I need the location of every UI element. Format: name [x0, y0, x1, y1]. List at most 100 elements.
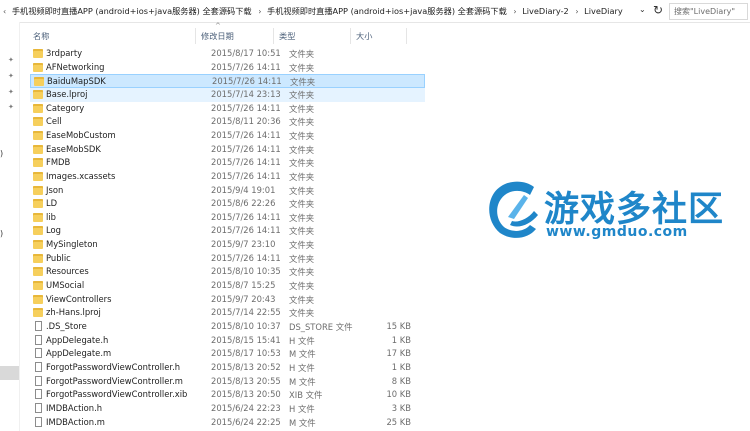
file-name: AFNetworking [46, 61, 105, 72]
file-type: 文件夹 [289, 240, 315, 251]
chevron-right-icon[interactable]: › [258, 7, 261, 16]
file-row[interactable]: IMDBAction.m 2015/6/24 22:25 M 文件 25 KB [30, 416, 425, 430]
folder-row[interactable]: Resources 2015/8/10 10:35 文件夹 [30, 265, 425, 279]
file-type: 文件夹 [289, 185, 315, 196]
folder-row[interactable]: Log 2015/7/26 14:11 文件夹 [30, 224, 425, 238]
folder-row[interactable]: ViewControllers 2015/9/7 20:43 文件夹 [30, 293, 425, 307]
file-name: lib [46, 211, 56, 222]
search-input[interactable]: 搜索"LiveDiary" [669, 3, 748, 20]
pin-icon[interactable]: ✦ [8, 72, 14, 80]
folder-row[interactable]: zh-Hans.lproj 2015/7/14 22:55 文件夹 [30, 306, 425, 320]
folder-row[interactable]: UMSocial 2015/8/7 15:25 文件夹 [30, 279, 425, 293]
file-name: IMDBAction.h [46, 402, 103, 413]
folder-row[interactable]: Base.lproj 2015/7/14 23:13 文件夹 [30, 87, 425, 102]
chevron-right-icon[interactable]: › [513, 7, 516, 16]
folder-row[interactable]: AFNetworking 2015/7/26 14:11 文件夹 [30, 61, 425, 75]
column-divider[interactable] [273, 28, 274, 44]
nav-item-fragment[interactable]: ) [0, 149, 3, 158]
file-size: 8 KB [391, 375, 411, 386]
pin-icon[interactable]: ✦ [8, 88, 14, 96]
folder-icon [33, 212, 43, 222]
pin-icon[interactable]: ✦ [8, 103, 14, 111]
file-row[interactable]: ForgotPasswordViewController.xib 2015/8/1… [30, 388, 425, 402]
chevron-left-icon: ‹ [3, 7, 7, 16]
folder-row[interactable]: Cell 2015/8/11 20:36 文件夹 [30, 115, 425, 129]
nav-item-fragment[interactable]: ) [0, 229, 3, 238]
watermark: 游戏多社区 www.gmduo.com [484, 177, 724, 247]
folder-row[interactable]: EaseMobCustom 2015/7/26 14:11 文件夹 [30, 129, 425, 143]
file-date: 2015/8/10 10:37 [211, 321, 281, 331]
file-row[interactable]: AppDelegate.m 2015/8/17 10:53 M 文件 17 KB [30, 347, 425, 361]
file-date: 2015/8/17 10:53 [211, 348, 281, 359]
navigation-pane[interactable]: ✦ ✦ ✦ ✦ ) ) [0, 22, 20, 431]
folder-row[interactable]: BaiduMapSDK 2015/7/26 14:11 文件夹 [30, 74, 425, 88]
file-type: 文件夹 [289, 49, 315, 59]
breadcrumb-item-4[interactable]: LiveDiary [584, 6, 623, 16]
file-date: 2015/6/24 22:23 [211, 402, 281, 413]
file-row[interactable]: .DS_Store 2015/8/10 10:37 DS_STORE 文件 15 KB [30, 320, 425, 334]
folder-row[interactable]: EaseMobSDK 2015/7/26 14:11 文件夹 [30, 143, 425, 157]
file-type: 文件夹 [289, 294, 315, 305]
file-row[interactable]: AppDelegate.h 2015/8/15 15:41 H 文件 1 KB [30, 334, 425, 348]
column-header-date[interactable]: 修改日期 [201, 30, 234, 42]
folder-row[interactable]: 3rdparty 2015/8/17 10:51 文件夹 [30, 47, 425, 61]
folder-row[interactable]: MySingleton 2015/9/7 23:10 文件夹 [30, 238, 425, 252]
address-bar[interactable]: ‹ 手机视频即时直播APP (android+ios+java服务器) 全套源码… [0, 0, 750, 23]
column-header-size[interactable]: 大小 [356, 30, 372, 42]
file-row[interactable]: ForgotPasswordViewController.m 2015/8/13 … [30, 375, 425, 389]
nav-item-selected[interactable] [0, 366, 19, 380]
gmduo-logo-icon [489, 181, 538, 238]
file-date: 2015/9/7 23:10 [211, 239, 276, 250]
file-size: 10 KB [386, 389, 411, 400]
folder-row[interactable]: LD 2015/8/6 22:26 文件夹 [30, 197, 425, 211]
folder-row[interactable]: Images.xcassets 2015/7/26 14:11 文件夹 [30, 170, 425, 184]
file-name: UMSocial [46, 280, 85, 291]
pin-icon[interactable]: ✦ [8, 56, 14, 64]
column-divider[interactable] [195, 28, 196, 44]
file-type: 文件夹 [289, 130, 315, 141]
column-divider[interactable] [406, 28, 407, 44]
folder-icon [33, 281, 43, 291]
file-name: ForgotPasswordViewController.m [46, 375, 183, 386]
file-date: 2015/9/4 19:01 [211, 184, 276, 195]
file-type: 文件夹 [289, 199, 315, 210]
folder-row[interactable]: FMDB 2015/7/26 14:11 文件夹 [30, 156, 425, 170]
file-type: 文件夹 [289, 281, 315, 292]
chevron-right-icon[interactable]: › [575, 7, 578, 16]
chevron-down-icon[interactable]: ⌄ [639, 5, 646, 14]
breadcrumb: ‹ 手机视频即时直播APP (android+ios+java服务器) 全套源码… [2, 5, 626, 19]
file-icon [35, 402, 42, 413]
folder-icon [33, 199, 43, 209]
folder-row[interactable]: Public 2015/7/26 14:11 文件夹 [30, 252, 425, 266]
file-row[interactable]: IMDBAction.h 2015/6/24 22:23 H 文件 3 KB [30, 402, 425, 416]
search-placeholder: 搜索"LiveDiary" [674, 7, 736, 16]
folder-row[interactable]: lib 2015/7/26 14:11 文件夹 [30, 211, 425, 225]
column-divider[interactable] [350, 28, 351, 44]
file-date: 2015/8/10 10:35 [211, 266, 281, 277]
file-date: 2015/7/14 22:55 [211, 307, 281, 318]
file-icon [35, 361, 42, 372]
breadcrumb-item-2[interactable]: 手机视频即时直播APP (android+ios+java服务器) 全套源码下载 [267, 6, 507, 16]
folder-row[interactable]: Category 2015/7/26 14:11 文件夹 [30, 102, 425, 116]
file-name: IMDBAction.m [46, 416, 105, 427]
file-name: Log [46, 225, 61, 236]
file-name: EaseMobSDK [46, 143, 101, 154]
folder-icon [33, 144, 43, 154]
file-size: 3 KB [391, 402, 411, 413]
file-type: 文件夹 [289, 171, 315, 182]
folder-icon [33, 226, 43, 236]
file-date: 2015/7/26 14:11 [211, 252, 281, 263]
column-header-type[interactable]: 类型 [279, 30, 295, 42]
file-type: 文件夹 [290, 77, 316, 88]
breadcrumb-item-3[interactable]: LiveDiary-2 [522, 6, 569, 16]
folder-row[interactable]: Json 2015/9/4 19:01 文件夹 [30, 184, 425, 198]
file-row[interactable]: ForgotPasswordViewController.h 2015/8/13 … [30, 361, 425, 375]
file-name: .DS_Store [46, 321, 87, 331]
refresh-icon[interactable]: ↻ [653, 3, 663, 17]
column-header-name[interactable]: 名称 [33, 30, 49, 42]
breadcrumb-item-1[interactable]: 手机视频即时直播APP (android+ios+java服务器) 全套源码下载 [12, 6, 252, 16]
file-type: 文件夹 [289, 62, 315, 73]
file-type: M 文件 [289, 376, 316, 387]
file-name: Json [46, 184, 64, 195]
file-icon [35, 348, 42, 359]
